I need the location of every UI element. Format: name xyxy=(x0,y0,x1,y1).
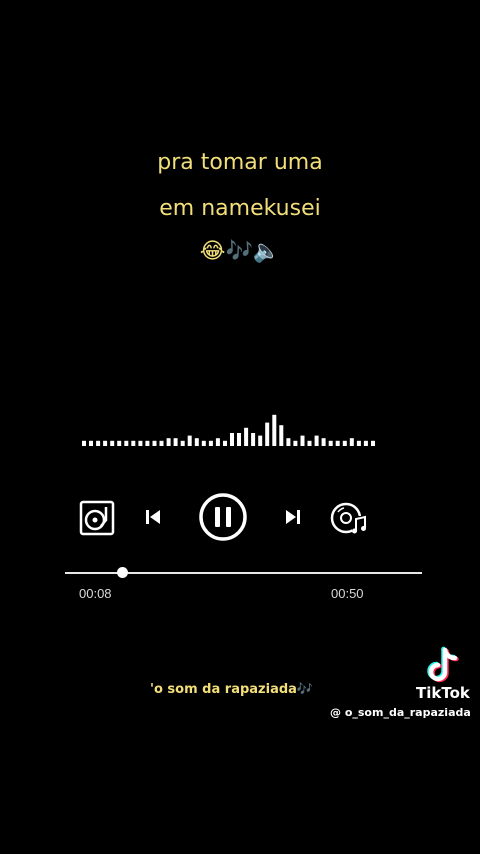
waveform-bar xyxy=(371,440,375,446)
skip-next-icon[interactable] xyxy=(284,507,302,527)
waveform-bar xyxy=(103,440,108,446)
waveform-bar xyxy=(286,438,291,446)
turntable-icon[interactable] xyxy=(79,500,115,536)
waveform-bar xyxy=(223,440,227,446)
waveform-bar xyxy=(230,433,234,446)
waveform-bar xyxy=(279,425,284,446)
waveform-bar xyxy=(293,440,298,446)
waveform-bar xyxy=(82,440,86,446)
waveform-bar xyxy=(342,440,347,446)
waveform-bar xyxy=(110,440,115,446)
waveform-bar xyxy=(272,414,277,446)
waveform-bar xyxy=(258,435,263,446)
waveform-bar xyxy=(265,422,270,446)
progress-knob[interactable] xyxy=(116,567,128,578)
caption-text: 'o som da rapaziada🎶 xyxy=(150,682,314,697)
total-time: 00:50 xyxy=(331,586,364,601)
waveform-bar xyxy=(335,440,340,446)
waveform-bar xyxy=(124,440,129,446)
music-disc-icon[interactable] xyxy=(330,500,368,536)
tiktok-wordmark: TikTok xyxy=(416,684,470,702)
waveform-bar xyxy=(237,433,241,446)
waveform-bar xyxy=(194,438,199,446)
waveform-bar xyxy=(96,440,101,446)
waveform-bar xyxy=(159,440,164,446)
waveform-bar xyxy=(173,438,178,446)
tiktok-logo-icon xyxy=(427,646,459,683)
waveform-bar xyxy=(321,438,326,446)
waveform-bar xyxy=(314,435,319,446)
waveform-bar xyxy=(307,440,312,446)
waveform-bar xyxy=(145,440,150,446)
waveform-bar xyxy=(328,440,333,446)
waveform-bar xyxy=(152,440,157,446)
waveform-bar xyxy=(215,438,220,446)
creator-handle: @ o_som_da_rapaziada xyxy=(330,706,471,719)
audio-waveform xyxy=(82,414,375,446)
waveform-bar xyxy=(349,438,354,446)
waveform-bar xyxy=(356,440,361,446)
waveform-bar xyxy=(138,440,143,446)
waveform-bar xyxy=(251,433,256,446)
elapsed-time: 00:08 xyxy=(79,586,112,601)
player-controls xyxy=(0,492,480,544)
lyric-emojis: 😂🎶🔈 xyxy=(199,239,281,264)
lyric-line-1: pra tomar uma xyxy=(157,150,323,175)
waveform-bar xyxy=(166,438,171,446)
waveform-bar xyxy=(180,440,185,446)
waveform-bar xyxy=(201,440,206,446)
waveform-bar xyxy=(117,440,122,446)
lyrics-block: pra tomar uma em namekusei 😂🎶🔈 xyxy=(0,140,480,272)
waveform-bar xyxy=(244,427,249,446)
waveform-bar xyxy=(363,440,368,446)
waveform-bar xyxy=(131,440,136,446)
waveform-bar xyxy=(187,435,192,446)
waveform-bar xyxy=(208,440,213,446)
lyric-line-2: em namekusei xyxy=(159,196,321,221)
waveform-bar xyxy=(300,435,305,446)
skip-previous-icon[interactable] xyxy=(144,507,162,527)
waveform-bar xyxy=(89,440,93,446)
pause-button[interactable] xyxy=(198,492,248,542)
